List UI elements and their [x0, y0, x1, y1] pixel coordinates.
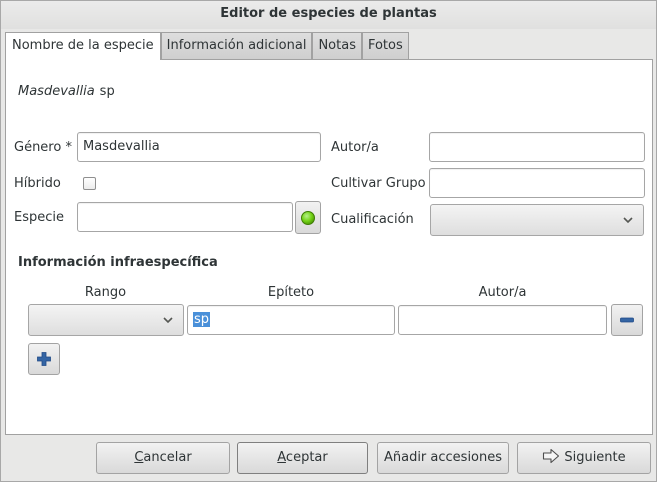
arrow-right-icon — [543, 448, 560, 464]
species-name-genus: Masdevallia — [18, 84, 95, 99]
species-full-name: Masdevallia sp — [18, 84, 115, 99]
minus-icon — [620, 317, 634, 323]
infra-author-column-header: Autor/a — [478, 285, 527, 300]
species-input[interactable] — [77, 202, 293, 232]
hybrid-label: Híbrido — [14, 176, 61, 191]
genus-label: Género * — [14, 140, 72, 155]
epithet-selected-text: sp — [193, 312, 211, 327]
accept-mnemonic: A — [277, 450, 286, 465]
tab-bar: Nombre de la especie Información adicion… — [5, 32, 409, 60]
species-label: Especie — [14, 210, 64, 225]
cultivar-group-label: Cultivar Grupo — [331, 176, 426, 191]
add-row-button[interactable] — [28, 343, 60, 375]
status-green-light-icon — [301, 211, 315, 225]
rank-combo[interactable] — [28, 304, 184, 336]
species-name-epithet: sp — [99, 84, 115, 99]
epithet-input[interactable]: sp — [187, 305, 395, 335]
rank-column-header: Rango — [84, 285, 127, 300]
cultivar-group-input[interactable] — [429, 168, 645, 198]
qualification-label: Cualificación — [331, 212, 414, 227]
tab-additional-info[interactable]: Información adicional — [160, 32, 313, 59]
tab-notes[interactable]: Notas — [312, 32, 362, 59]
epithet-column-header: Epíteto — [267, 285, 315, 300]
qualification-combo[interactable] — [430, 204, 644, 236]
accept-label: ceptar — [285, 450, 328, 465]
species-status-button[interactable] — [295, 201, 321, 234]
plus-icon — [37, 352, 51, 366]
infraspecific-title: Información infraespecífica — [18, 255, 218, 270]
tab-photos[interactable]: Fotos — [361, 32, 409, 59]
add-accessions-button[interactable]: Añadir accesiones — [377, 442, 509, 474]
cancel-label: ancelar — [143, 450, 192, 465]
next-button[interactable]: Siguiente — [517, 442, 651, 474]
cancel-button[interactable]: Cancelar — [96, 442, 230, 474]
infra-author-input[interactable] — [398, 305, 607, 335]
dialog-window: Editor de especies de plantas Nombre de … — [0, 0, 657, 482]
window-title: Editor de especies de plantas — [1, 1, 656, 29]
hybrid-checkbox[interactable] — [83, 177, 96, 190]
species-name-panel: Masdevallia sp Género * Masdevallia Híbri… — [5, 59, 653, 435]
chevron-down-icon — [623, 217, 633, 224]
author-input[interactable] — [429, 132, 645, 162]
author-label: Autor/a — [331, 140, 379, 155]
accept-button[interactable]: Aceptar — [237, 442, 368, 474]
next-label: Siguiente — [564, 450, 626, 465]
chevron-down-icon — [163, 317, 173, 324]
tab-species-name[interactable]: Nombre de la especie — [5, 32, 161, 60]
genus-input[interactable]: Masdevallia — [77, 132, 321, 162]
genus-label-text: Género — [14, 140, 62, 155]
remove-row-button[interactable] — [611, 304, 643, 336]
required-marker: * — [65, 140, 72, 155]
